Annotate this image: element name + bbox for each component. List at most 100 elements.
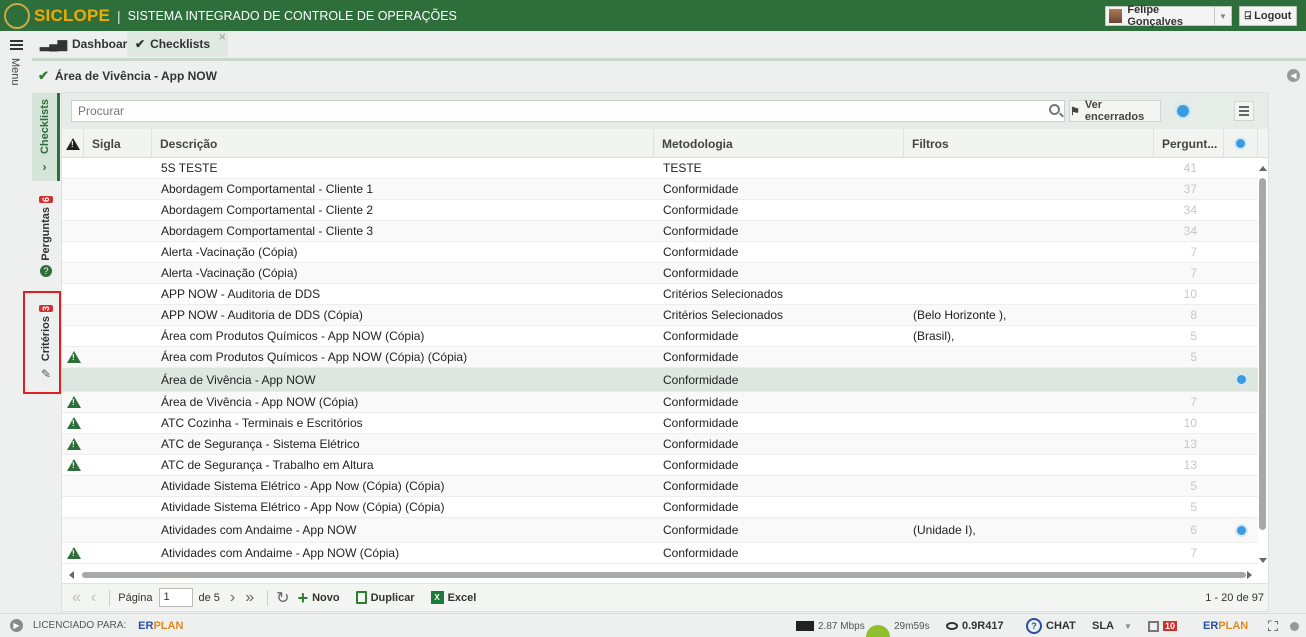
table-row[interactable]: Atividade Sistema Elétrico - App Now (Có… bbox=[62, 497, 1258, 518]
table-row[interactable]: Área com Produtos Químicos - App NOW (Có… bbox=[62, 347, 1258, 368]
table-row[interactable]: ATC de Segurança - Trabalho em Altura Con… bbox=[62, 455, 1258, 476]
excel-label: Excel bbox=[447, 591, 477, 604]
highlight-frame bbox=[23, 291, 61, 394]
warning-cell bbox=[66, 221, 82, 241]
table-row[interactable]: 5S TESTE TESTE 41 bbox=[62, 158, 1258, 179]
first-page-icon[interactable]: « bbox=[72, 589, 81, 607]
calendar-icon bbox=[1148, 620, 1159, 632]
sla-dropdown[interactable]: SLA ▼ bbox=[1092, 614, 1132, 637]
scroll-down-icon[interactable] bbox=[1259, 558, 1267, 563]
description-cell: Área de Vivência - App NOW (Cópia) bbox=[161, 395, 359, 409]
prev-page-icon[interactable]: ‹ bbox=[91, 589, 96, 607]
erplan-logo-part-b: PLAN bbox=[153, 619, 184, 632]
sla-label: SLA bbox=[1092, 620, 1114, 632]
side-tab-checklists[interactable]: Checklists › bbox=[32, 93, 60, 181]
fullscreen-icon[interactable]: ⛶ bbox=[1268, 614, 1278, 637]
search-icon[interactable] bbox=[1049, 104, 1060, 115]
table-row[interactable]: Abordagem Comportamental - Cliente 2 Conf… bbox=[62, 200, 1258, 221]
warning-icon bbox=[67, 547, 81, 559]
close-icon[interactable]: ✕ bbox=[218, 32, 226, 43]
excel-button[interactable]: X Excel bbox=[430, 591, 477, 604]
question-count-cell: 5 bbox=[1190, 350, 1197, 364]
table-row[interactable]: APP NOW - Auditoria de DDS (Cópia) Critér… bbox=[62, 305, 1258, 326]
last-page-icon[interactable]: » bbox=[245, 589, 254, 607]
eye-icon bbox=[946, 622, 958, 630]
warning-cell bbox=[66, 392, 82, 412]
scroll-left-icon[interactable] bbox=[69, 571, 74, 579]
table-row[interactable]: Alerta -Vacinação (Cópia) Conformidade 7 bbox=[62, 263, 1258, 284]
column-header-metodologia[interactable]: Metodologia bbox=[654, 129, 904, 158]
warning-icon bbox=[67, 396, 81, 408]
refresh-icon[interactable]: ↻ bbox=[276, 588, 289, 608]
search-input[interactable]: Procurar bbox=[71, 100, 1065, 122]
menu-label[interactable]: Menu bbox=[9, 58, 21, 86]
logout-label: Logout bbox=[1254, 10, 1292, 22]
scroll-right-icon[interactable] bbox=[1247, 571, 1252, 579]
question-count-cell: 5 bbox=[1190, 329, 1197, 343]
column-header-filtros[interactable]: Filtros bbox=[904, 129, 1154, 158]
collapse-arrow-icon[interactable]: ◀ bbox=[1287, 69, 1300, 82]
column-header-descricao[interactable]: Descrição bbox=[152, 129, 654, 158]
status-cell bbox=[1232, 221, 1250, 241]
status-filter-icon[interactable] bbox=[1175, 103, 1191, 119]
status-icon[interactable] bbox=[1234, 373, 1248, 386]
status-cell bbox=[1232, 476, 1250, 496]
filters-cell: (Unidade I), bbox=[913, 523, 976, 537]
list-menu-icon[interactable] bbox=[1234, 101, 1254, 121]
table-row[interactable]: Área de Vivência - App NOW (Cópia) Confor… bbox=[62, 392, 1258, 413]
status-icon[interactable] bbox=[1234, 523, 1248, 537]
chat-button[interactable]: ? CHAT bbox=[1026, 614, 1076, 637]
user-dropdown[interactable]: Felipe Gonçalves ▼ bbox=[1105, 4, 1232, 28]
status-cell bbox=[1232, 413, 1250, 433]
table-row[interactable]: Atividades com Andaime - App NOW Conformi… bbox=[62, 518, 1258, 543]
table-row[interactable]: Abordagem Comportamental - Cliente 3 Conf… bbox=[62, 221, 1258, 242]
warning-icon bbox=[66, 137, 80, 150]
methodology-cell: Conformidade bbox=[663, 372, 739, 387]
table-row[interactable]: Atividades com Andaime - App NOW (Cópia)… bbox=[62, 543, 1258, 564]
methodology-cell: Conformidade bbox=[663, 266, 739, 280]
scroll-thumb[interactable] bbox=[82, 572, 1246, 578]
status-icon bbox=[1234, 137, 1247, 150]
table-row[interactable]: Alerta -Vacinação (Cópia) Conformidade 7 bbox=[62, 242, 1258, 263]
tab-checklists[interactable]: ✔ Checklists ✕ bbox=[127, 31, 228, 57]
next-page-icon[interactable]: › bbox=[230, 589, 235, 607]
vertical-scrollbar[interactable] bbox=[1258, 158, 1268, 566]
hamburger-icon[interactable] bbox=[10, 40, 23, 50]
table-row[interactable]: ATC de Segurança - Sistema Elétrico Confo… bbox=[62, 434, 1258, 455]
column-header-sigla[interactable]: Sigla bbox=[84, 129, 152, 158]
notifications[interactable]: 10 bbox=[1148, 614, 1178, 637]
side-tab-perguntas[interactable]: 6 Perguntas ? bbox=[32, 196, 60, 284]
user-name: Felipe Gonçalves bbox=[1127, 4, 1184, 28]
warning-column-header[interactable] bbox=[62, 129, 84, 158]
status-footer: ▶ LICENCIADO PARA: ERPLAN 2.87 Mbps 29m5… bbox=[0, 613, 1306, 637]
methodology-cell: Conformidade bbox=[663, 437, 739, 451]
tab-dashboard[interactable]: ▂▄▆ Dashboard bbox=[40, 31, 135, 57]
status-cell bbox=[1232, 543, 1250, 563]
column-header-perguntas[interactable]: Pergunt... bbox=[1154, 129, 1224, 158]
system-subtitle: SISTEMA INTEGRADO DE CONTROLE DE OPERAÇÕ… bbox=[127, 8, 457, 23]
scroll-thumb[interactable] bbox=[1259, 178, 1266, 530]
question-count-cell: 7 bbox=[1190, 395, 1197, 409]
novo-label: Novo bbox=[312, 591, 340, 604]
expand-arrow-icon[interactable]: ▶ bbox=[10, 619, 23, 632]
status-column-header[interactable] bbox=[1224, 129, 1258, 158]
question-count-cell: 10 bbox=[1183, 287, 1197, 301]
logout-button[interactable]: ⍈ Logout bbox=[1239, 6, 1297, 26]
scroll-up-icon[interactable] bbox=[1259, 166, 1267, 171]
table-row[interactable]: Abordagem Comportamental - Cliente 1 Conf… bbox=[62, 179, 1258, 200]
table-row[interactable]: APP NOW - Auditoria de DDS Critérios Sele… bbox=[62, 284, 1258, 305]
status-cell bbox=[1232, 263, 1250, 283]
horizontal-scrollbar[interactable] bbox=[62, 569, 1258, 581]
novo-button[interactable]: + Novo bbox=[298, 589, 340, 607]
table-row[interactable]: Área com Produtos Químicos - App NOW (Có… bbox=[62, 326, 1258, 347]
page-number-input[interactable]: 1 bbox=[158, 588, 193, 607]
ver-encerrados-button[interactable]: ⚑ Ver encerrados bbox=[1069, 99, 1161, 123]
duplicar-button[interactable]: Duplicar bbox=[355, 591, 415, 604]
warning-cell bbox=[66, 305, 82, 325]
table-row[interactable]: Atividade Sistema Elétrico - App Now (Có… bbox=[62, 476, 1258, 497]
table-row[interactable]: Área de Vivência - App NOW Conformidade bbox=[62, 368, 1258, 392]
page-title: Área de Vivência - App NOW bbox=[54, 69, 217, 83]
tab-bar: ▂▄▆ Dashboard ✔ Checklists ✕ bbox=[32, 31, 1306, 61]
table-row[interactable]: ATC Cozinha - Terminais e Escritórios Con… bbox=[62, 413, 1258, 434]
warning-cell bbox=[66, 263, 82, 283]
